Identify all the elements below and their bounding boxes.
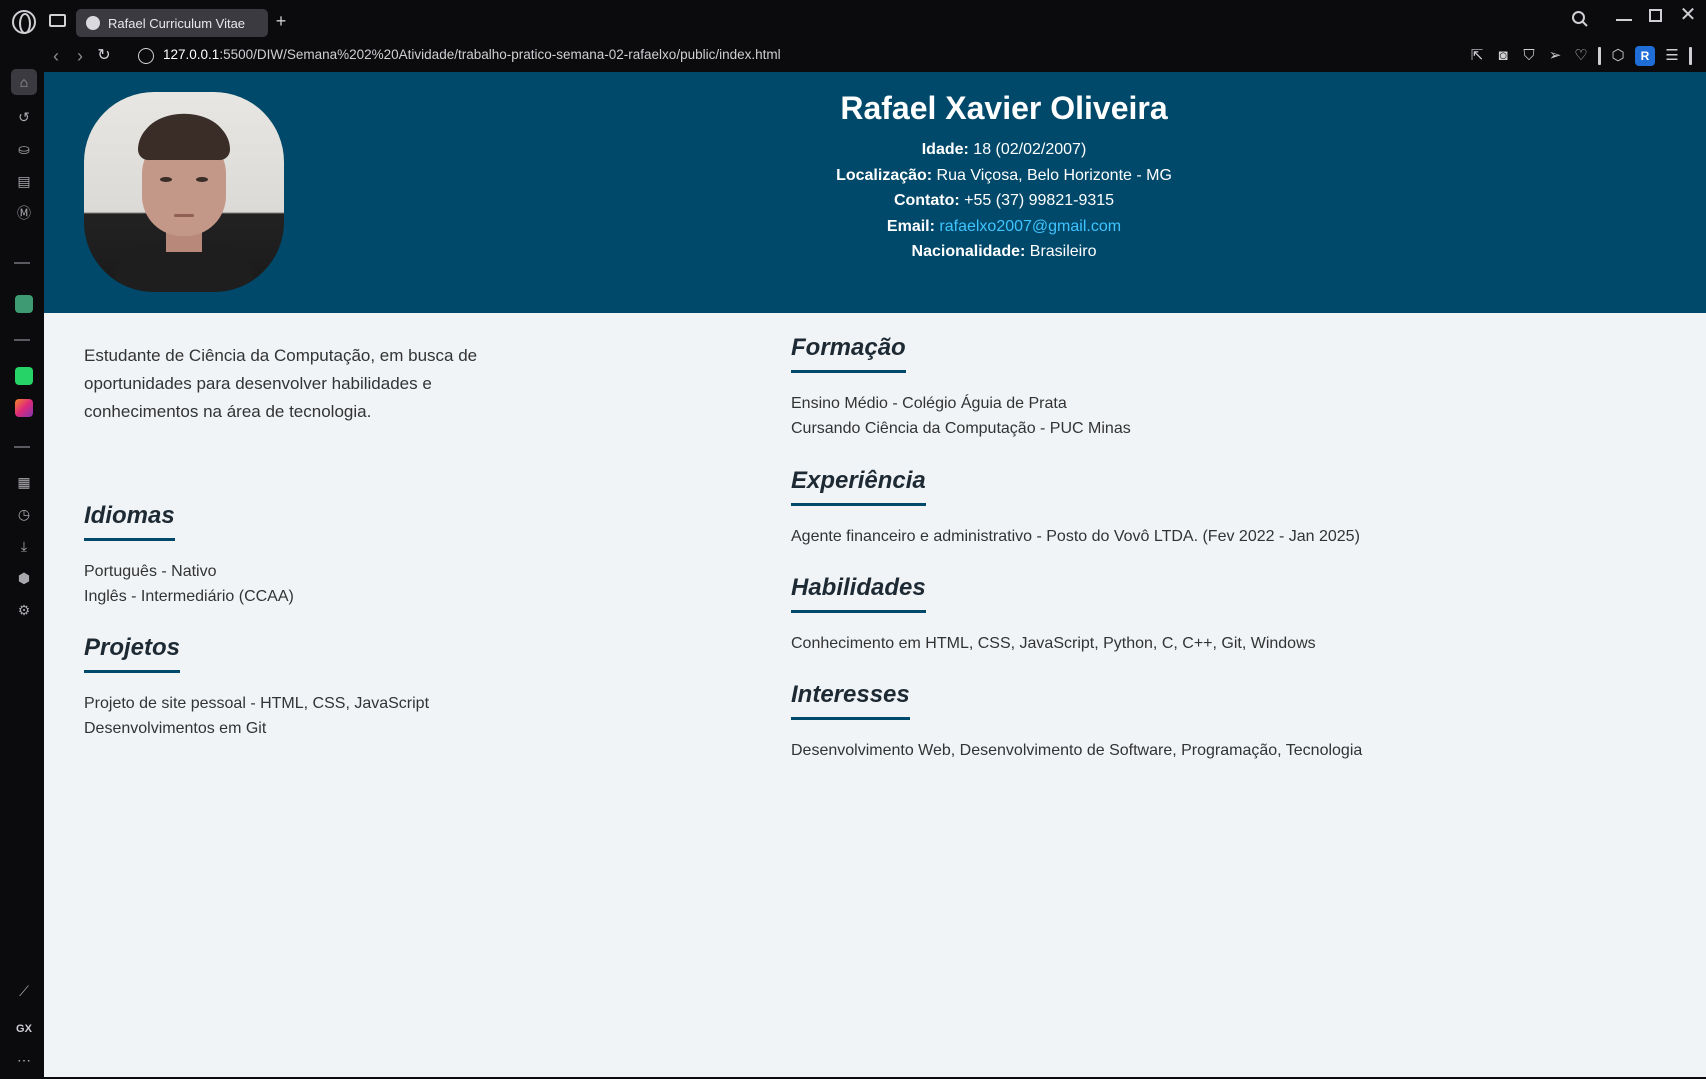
- site-info-icon[interactable]: [138, 48, 154, 64]
- workspace-icon[interactable]: ▤: [11, 168, 37, 194]
- section-title: Projetos: [84, 634, 181, 673]
- age-value: 18 (02/02/2007): [968, 141, 1087, 158]
- aria-icon[interactable]: ↺: [11, 104, 37, 130]
- chatgpt-icon[interactable]: [11, 291, 37, 317]
- cv-header: Rafael Xavier Oliveira Idade: 18 (02/02/…: [44, 72, 1706, 313]
- toolbar-divider: [1689, 47, 1692, 65]
- heart-icon[interactable]: ♡: [1572, 47, 1590, 65]
- close-window-button[interactable]: ✕: [1679, 5, 1697, 25]
- opera-logo-icon[interactable]: [12, 10, 36, 34]
- apps-grid-icon[interactable]: ▦: [11, 469, 37, 495]
- gx-button[interactable]: GX: [11, 1016, 37, 1042]
- section-title: Experiência: [791, 467, 926, 506]
- section-habilidades: Habilidades Conhecimento em HTML, CSS, J…: [791, 574, 1316, 656]
- photo-hair: [138, 120, 230, 160]
- page-viewport: Rafael Xavier Oliveira Idade: 18 (02/02/…: [44, 72, 1706, 1077]
- sidebar-divider: [14, 446, 30, 448]
- minimize-button[interactable]: [1616, 19, 1632, 21]
- section-title: Interesses: [791, 681, 910, 720]
- section-title: Habilidades: [791, 574, 926, 613]
- list-item: Português - Nativo: [84, 563, 217, 580]
- home-icon[interactable]: ⌂: [11, 69, 37, 95]
- reload-button[interactable]: ↻: [94, 46, 114, 66]
- toolbar-icons: ⇱ ◙ ⛉ ➢ ♡ ⬡ R ☰: [1468, 46, 1692, 66]
- person-name: Rafael Xavier Oliveira: [840, 90, 1168, 126]
- tab-islands-icon[interactable]: [49, 14, 66, 27]
- maximize-button[interactable]: [1649, 9, 1662, 22]
- forward-button[interactable]: ›: [70, 46, 90, 66]
- browser-sidebar: ⌂ ↺ ⛀ ▤ Ⓜ ▦ ◷ ⤓ ⬢ ⚙ ⟋ GX ⋯: [0, 69, 44, 1079]
- history-icon[interactable]: ◷: [11, 501, 37, 527]
- email-label: Email:: [886, 217, 935, 235]
- section-idiomas: Idiomas Português - Nativo Inglês - Inte…: [84, 502, 294, 609]
- list-item: Ensino Médio - Colégio Águia de Prata: [791, 395, 1067, 412]
- intro-text: Estudante de Ciência da Computação, em b…: [84, 346, 478, 421]
- crypto-wallet-icon[interactable]: ⛀: [11, 136, 37, 162]
- list-item: Cursando Ciência da Computação - PUC Min…: [791, 420, 1131, 437]
- section-experiencia: Experiência Agente financeiro e administ…: [791, 467, 1360, 549]
- downloads-icon[interactable]: ⤓: [11, 533, 37, 559]
- address-bar-row: ‹ › ↻ 127.0.0.1:5500/DIW/Semana%202%20At…: [44, 42, 1706, 72]
- photo-eye: [196, 177, 208, 182]
- tab-title: Rafael Curriculum Vitae: [108, 15, 246, 31]
- list-item: Projeto de site pessoal - HTML, CSS, Jav…: [84, 695, 430, 712]
- header-info: Rafael Xavier Oliveira Idade: 18 (02/02/…: [724, 90, 1284, 265]
- section-projetos: Projetos Projeto de site pessoal - HTML,…: [84, 634, 429, 741]
- more-icon[interactable]: ⋯: [11, 1047, 37, 1073]
- contact-value: +55 (37) 99821-9315: [959, 192, 1115, 209]
- camera-icon[interactable]: ◙: [1494, 47, 1512, 65]
- list-item: Conhecimento em HTML, CSS, JavaScript, P…: [791, 635, 1316, 652]
- list-item: Agente financeiro e administrativo - Pos…: [791, 528, 1360, 545]
- globe-icon: [86, 16, 100, 30]
- location-label: Localização:: [836, 166, 933, 184]
- menu-icon[interactable]: ☰: [1663, 47, 1681, 65]
- nationality-label: Nacionalidade:: [911, 243, 1026, 260]
- section-interesses: Interesses Desenvolvimento Web, Desenvol…: [791, 681, 1362, 763]
- contact-label: Contato:: [893, 192, 960, 209]
- cube-icon[interactable]: ⬢: [11, 565, 37, 591]
- location-line: Localização: Rua Viçosa, Belo Horizonte …: [724, 163, 1284, 189]
- email-line: Email: rafaelxo2007@gmail.com: [724, 214, 1284, 240]
- location-value: Rua Viçosa, Belo Horizonte - MG: [932, 166, 1172, 184]
- pin-icon[interactable]: ⟋: [11, 978, 37, 1004]
- settings-gear-icon[interactable]: ⚙: [11, 597, 37, 623]
- email-link[interactable]: rafaelxo2007@gmail.com: [939, 218, 1121, 235]
- url-field[interactable]: 127.0.0.1:5500/DIW/Semana%202%20Atividad…: [163, 47, 781, 62]
- whatsapp-icon[interactable]: [11, 363, 37, 389]
- sidebar-divider: [14, 262, 30, 264]
- list-item: Desenvolvimento Web, Desenvolvimento de …: [791, 742, 1363, 759]
- contact-line: Contato: +55 (37) 99821-9315: [724, 188, 1284, 214]
- share-icon[interactable]: ⇱: [1468, 47, 1486, 65]
- mods-icon[interactable]: Ⓜ: [11, 200, 37, 226]
- toolbar-divider: [1598, 47, 1601, 65]
- sidebar-divider: [14, 339, 30, 341]
- age-label: Idade:: [921, 141, 969, 158]
- list-item: Inglês - Intermediário (CCAA): [84, 588, 294, 605]
- section-formacao: Formação Ensino Médio - Colégio Águia de…: [791, 334, 1131, 441]
- new-tab-button[interactable]: +: [272, 12, 290, 30]
- shield-icon[interactable]: ⛉: [1520, 47, 1538, 65]
- age-line: Idade: 18 (02/02/2007): [724, 137, 1284, 163]
- section-title: Formação: [791, 334, 906, 373]
- photo-eye: [160, 177, 172, 182]
- tab-bar: Rafael Curriculum Vitae + ✕: [0, 0, 1706, 42]
- extensions-icon[interactable]: ⬡: [1609, 47, 1627, 65]
- profile-avatar[interactable]: R: [1635, 46, 1655, 66]
- tab-active[interactable]: Rafael Curriculum Vitae: [76, 9, 268, 37]
- photo-mouth: [174, 214, 194, 217]
- instagram-icon[interactable]: [11, 395, 37, 421]
- section-title: Idiomas: [84, 502, 175, 541]
- nationality-line: Nacionalidade: Brasileiro: [724, 239, 1284, 265]
- url-path: :5500/DIW/Semana%202%20Atividade/trabalh…: [219, 47, 781, 62]
- url-host: 127.0.0.1: [163, 47, 220, 62]
- list-item: Desenvolvimentos em Git: [84, 720, 267, 737]
- nationality-value: Brasileiro: [1025, 243, 1097, 260]
- search-icon[interactable]: [1571, 10, 1589, 28]
- browser-window: Rafael Curriculum Vitae + ✕ ‹ › ↻ 127.0.…: [0, 0, 1706, 1079]
- back-button[interactable]: ‹: [46, 46, 66, 66]
- profile-photo: [84, 92, 284, 292]
- send-icon[interactable]: ➢: [1546, 47, 1564, 65]
